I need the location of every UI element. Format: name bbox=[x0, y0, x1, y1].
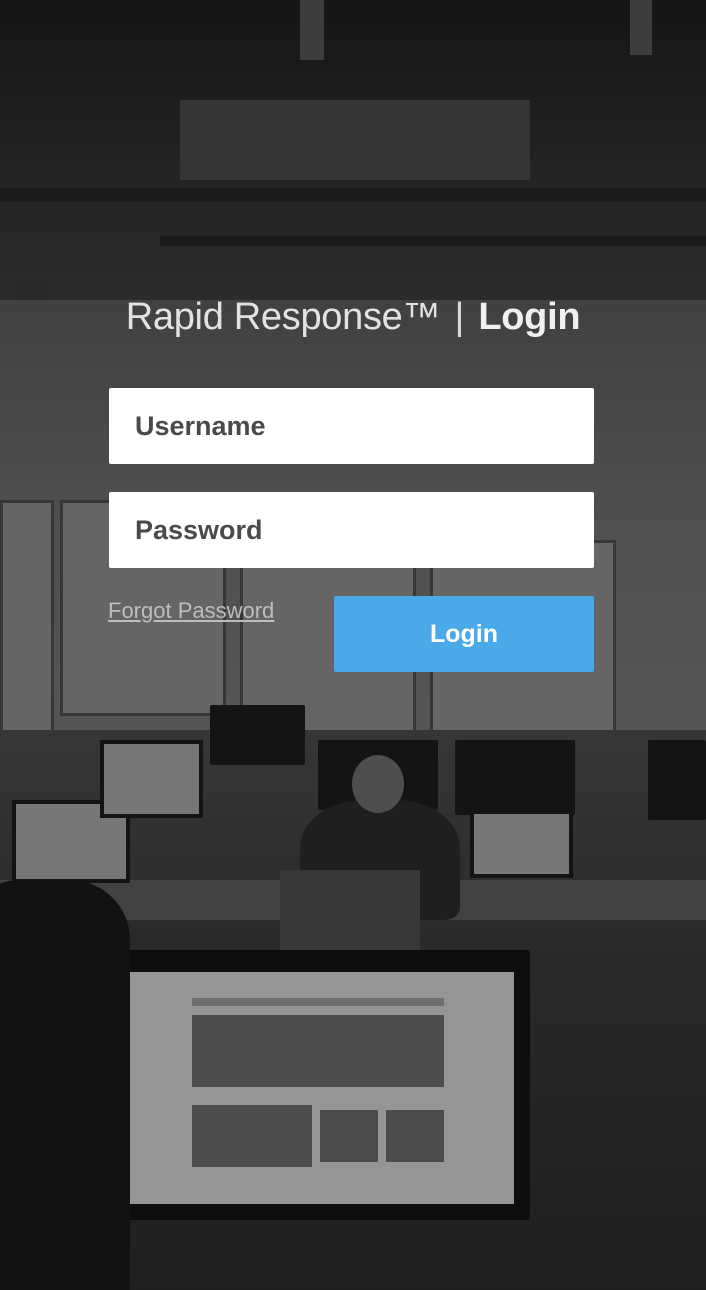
login-button[interactable]: Login bbox=[334, 596, 594, 672]
brand-name: Rapid Response™ bbox=[125, 296, 441, 338]
login-screen: Rapid Response™ | Login Forgot Password … bbox=[0, 0, 706, 1290]
title-separator: | bbox=[454, 296, 465, 338]
username-input[interactable] bbox=[109, 388, 594, 464]
password-input[interactable] bbox=[109, 492, 594, 568]
page-title: Rapid Response™ | Login bbox=[0, 296, 706, 339]
forgot-password-link[interactable]: Forgot Password bbox=[108, 598, 274, 624]
login-heading: Login bbox=[478, 296, 581, 338]
